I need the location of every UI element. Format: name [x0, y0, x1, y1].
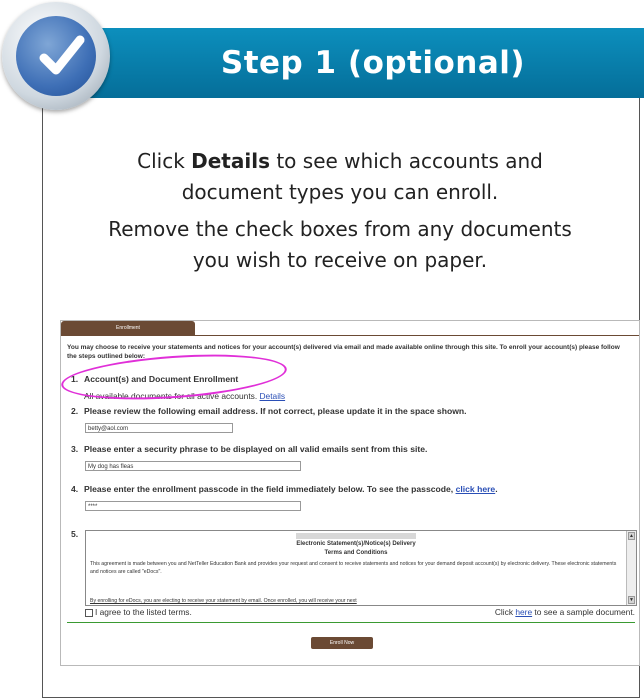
- step-5-title: 5.: [71, 529, 79, 539]
- instruction-checkboxes: Remove the check boxes from any document…: [60, 214, 620, 276]
- tab-enrollment[interactable]: Enrollment: [61, 321, 195, 336]
- agree-label: I agree to the listed terms.: [95, 607, 192, 617]
- terms-more: By enrolling for eDocs, you are electing…: [90, 598, 357, 604]
- step-header: Step 1 (optional): [42, 28, 644, 98]
- scroll-up-icon[interactable]: ▲: [628, 532, 635, 540]
- step-3-title: 3. Please enter a security phrase to be d…: [71, 444, 428, 454]
- sample-link[interactable]: here: [515, 607, 532, 617]
- redacted-header: [296, 533, 416, 539]
- terms-title: Electronic Statement(s)/Notice(s) Delive…: [296, 541, 416, 556]
- passcode-link[interactable]: click here: [456, 484, 496, 494]
- sample-document-text: Click here to see a sample document.: [494, 607, 635, 617]
- agree-terms[interactable]: I agree to the listed terms.: [85, 607, 192, 617]
- step-2-title: 2. Please review the following email addr…: [71, 406, 467, 416]
- instruction-details: Click Details to see which accounts and …: [60, 146, 620, 208]
- security-phrase-field[interactable]: My dog has fleas: [85, 461, 301, 471]
- details-link[interactable]: Details: [260, 391, 286, 401]
- terms-body: This agreement is made between you and N…: [90, 561, 617, 575]
- scroll-down-icon[interactable]: ▼: [628, 596, 635, 604]
- enroll-now-button[interactable]: Enroll Now: [311, 637, 373, 649]
- passcode-field[interactable]: ****: [85, 501, 301, 511]
- instruction-text: you wish to receive on paper.: [192, 248, 488, 272]
- instruction-text: to see which accounts and: [269, 149, 543, 173]
- terms-scrollbar[interactable]: ▲ ▼: [626, 531, 636, 605]
- instruction-text: document types you can enroll.: [181, 180, 499, 204]
- separator: [67, 622, 635, 623]
- instruction-text: Click: [137, 149, 192, 173]
- step-title: Step 1 (optional): [220, 45, 526, 81]
- step-4-title: 4. Please enter the enrollment passcode i…: [71, 484, 498, 494]
- tab-divider: [61, 335, 639, 336]
- checkmark-icon: [16, 16, 96, 96]
- checkmark-badge: [2, 2, 110, 110]
- details-emphasis: Details: [191, 149, 270, 173]
- terms-box[interactable]: Electronic Statement(s)/Notice(s) Delive…: [85, 530, 637, 606]
- agree-checkbox[interactable]: [85, 608, 93, 617]
- instruction-text: Remove the check boxes from any document…: [108, 217, 572, 241]
- email-field[interactable]: betty@aol.com: [85, 423, 233, 433]
